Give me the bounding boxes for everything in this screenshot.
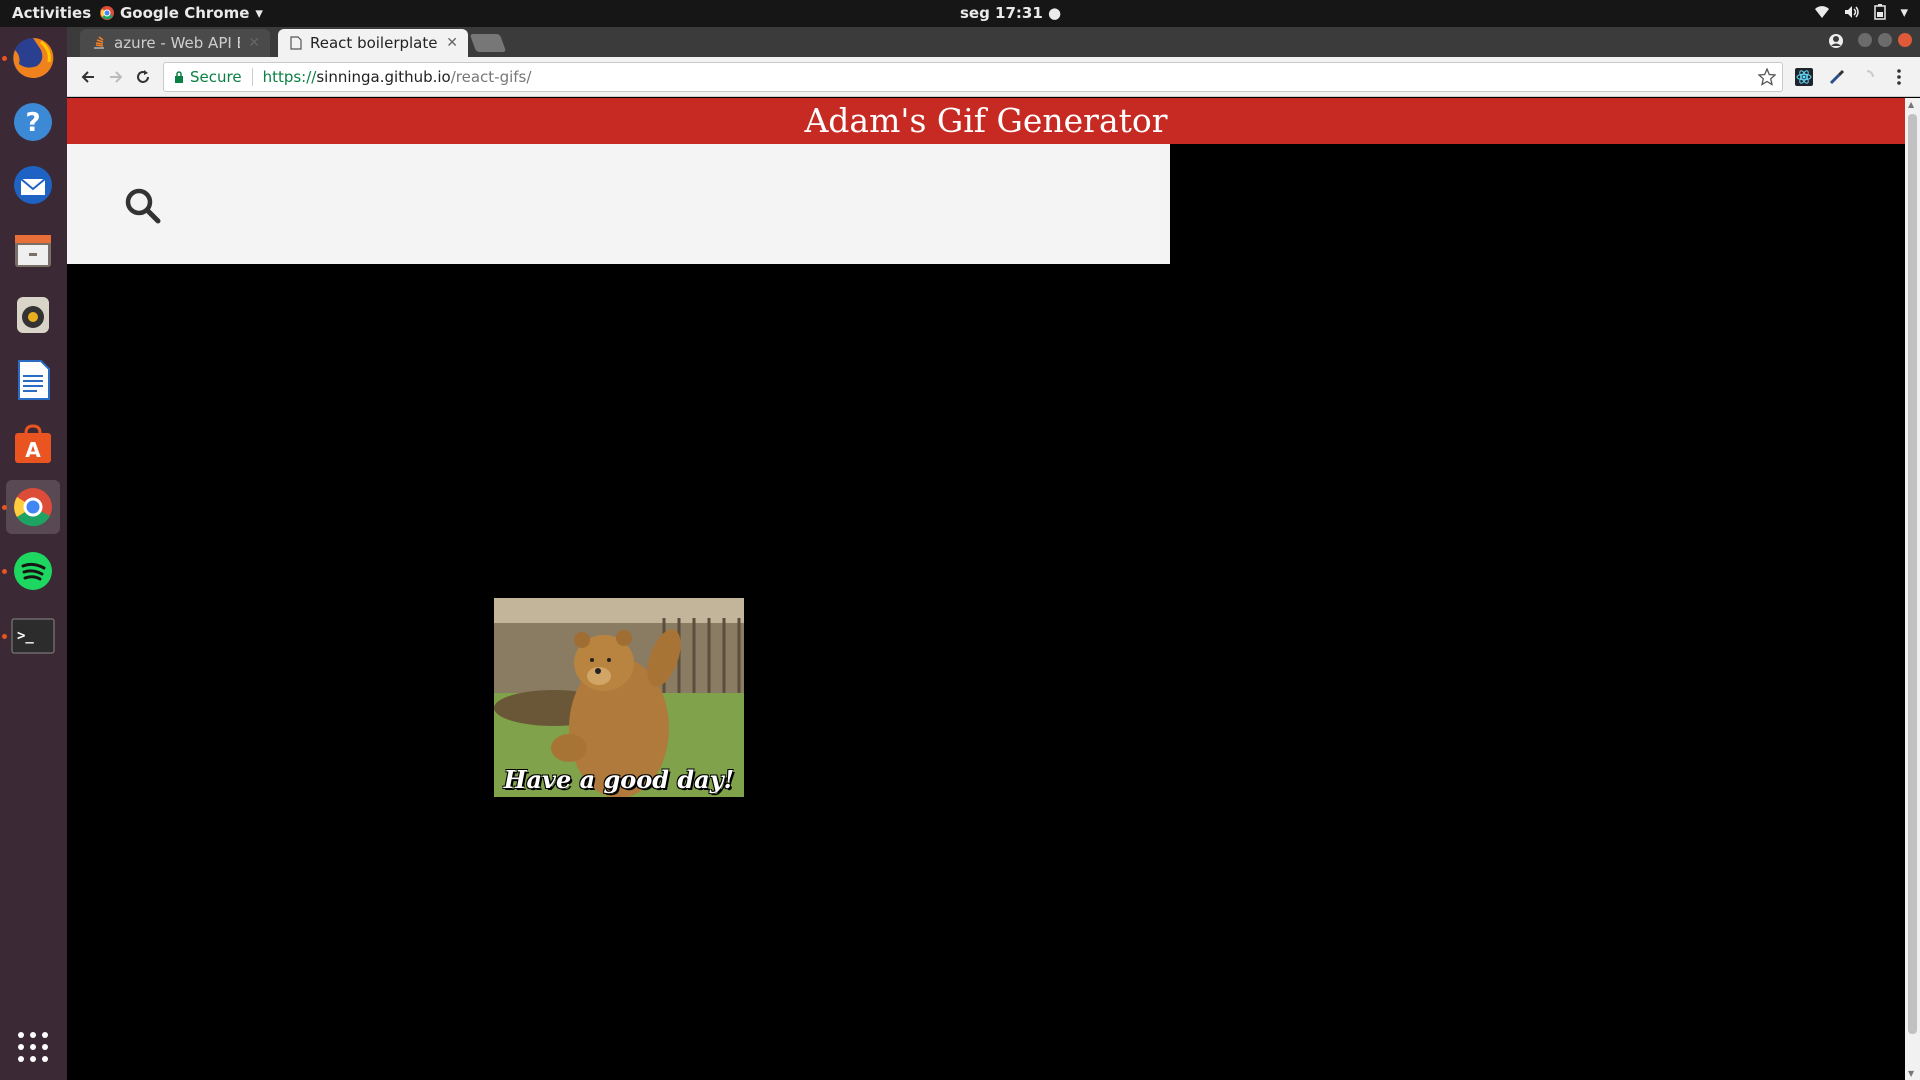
- help-icon: ?: [14, 103, 52, 141]
- stackoverflow-favicon-icon: [94, 36, 104, 49]
- dock-spotify[interactable]: [6, 544, 60, 598]
- react-devtools-extension[interactable]: [1794, 67, 1814, 87]
- scroll-thumb[interactable]: [1908, 114, 1917, 1034]
- svg-text:A: A: [25, 438, 41, 462]
- url-path: /react-gifs/: [450, 68, 532, 86]
- secure-label: Secure: [190, 68, 242, 86]
- dock-writer[interactable]: [6, 353, 60, 407]
- chrome-small-icon: [100, 6, 114, 20]
- dock-thunderbird[interactable]: [6, 158, 60, 212]
- lock-icon: [175, 71, 183, 83]
- maximize-button[interactable]: [1878, 33, 1892, 47]
- rhythmbox-icon: [17, 297, 49, 333]
- gif-result[interactable]: Have a good day!: [494, 598, 744, 797]
- gif-caption: Have a good day!: [503, 765, 735, 794]
- scroll-down-arrow-icon[interactable]: ▼: [1908, 1069, 1914, 1078]
- clock[interactable]: seg 17:31 ●: [960, 4, 1061, 22]
- forward-button[interactable]: [105, 66, 127, 88]
- tab-strip: azure - Web API Error ✕ React boilerplat…: [67, 27, 1920, 57]
- window-controls: [1828, 33, 1912, 49]
- page-favicon-icon: [290, 36, 302, 50]
- url-scheme: https://: [262, 68, 317, 86]
- bookmark-star-icon[interactable]: [1758, 68, 1776, 86]
- dock-files[interactable]: [6, 223, 60, 277]
- system-menu-chevron-icon: ▾: [1900, 3, 1908, 21]
- spinner-icon: [1866, 70, 1874, 78]
- security-indicator[interactable]: Secure: [174, 68, 242, 86]
- minimize-button[interactable]: [1858, 33, 1872, 47]
- clock-label: seg 17:31: [960, 4, 1043, 22]
- page-title: Adam's Gif Generator: [804, 101, 1168, 140]
- gnome-top-bar: Activities Google Chrome ▾ seg 17:31 ● ▾: [0, 0, 1920, 27]
- reload-button[interactable]: [132, 66, 154, 88]
- svg-text:>_: >_: [17, 628, 34, 644]
- dock-help[interactable]: ?: [6, 95, 60, 149]
- address-bar[interactable]: Secure https://sinninga.github.io/react-…: [163, 62, 1783, 92]
- eyedropper-extension[interactable]: [1827, 67, 1847, 87]
- dock-firefox[interactable]: [6, 31, 60, 85]
- url-host: sinninga.github.io: [316, 68, 451, 86]
- tab-azure[interactable]: azure - Web API Error ✕: [80, 29, 270, 57]
- wifi-icon: [1815, 6, 1830, 18]
- dock: ? A >_: [0, 27, 67, 1080]
- page-scrollbar[interactable]: ▲ ▼: [1905, 98, 1920, 1080]
- more-vertical-icon: [1897, 69, 1901, 85]
- tab-label: React boilerplate: [310, 34, 438, 52]
- arrow-left-icon: [81, 71, 94, 83]
- page-viewport: Adam's Gif Generator Have a good day! ▲ …: [67, 98, 1920, 1080]
- dock-software[interactable]: A: [6, 417, 60, 471]
- search-icon[interactable]: [123, 186, 163, 226]
- writer-icon: [18, 360, 50, 400]
- app-menu-label: Google Chrome: [120, 4, 250, 22]
- firefox-icon: [13, 37, 54, 78]
- terminal-icon: >_: [11, 618, 55, 654]
- close-window-button[interactable]: [1898, 33, 1912, 47]
- battery-icon: [1874, 4, 1887, 20]
- extension-loading[interactable]: [1857, 67, 1877, 87]
- new-tab-button[interactable]: [469, 34, 507, 52]
- files-icon: [15, 235, 51, 267]
- app-menu[interactable]: Google Chrome ▾: [100, 4, 263, 22]
- chrome-window: azure - Web API Error ✕ React boilerplat…: [67, 27, 1920, 1080]
- volume-icon: [1845, 6, 1860, 18]
- chevron-down-icon: ▾: [255, 4, 263, 22]
- react-devtools-icon: [1795, 68, 1813, 86]
- dock-chrome[interactable]: [6, 480, 60, 534]
- dock-terminal[interactable]: >_: [6, 609, 60, 663]
- notification-dot-icon: ●: [1048, 4, 1062, 22]
- page-header: Adam's Gif Generator: [67, 98, 1905, 144]
- back-button[interactable]: [77, 66, 99, 88]
- search-panel: [67, 144, 1170, 264]
- tab-label: azure - Web API Error: [114, 34, 240, 52]
- svg-text:?: ?: [25, 108, 40, 138]
- dock-show-apps[interactable]: [6, 1020, 60, 1074]
- system-tray[interactable]: ▾: [1814, 3, 1908, 21]
- close-tab-icon[interactable]: ✕: [446, 35, 458, 51]
- scroll-up-arrow-icon[interactable]: ▲: [1908, 100, 1914, 109]
- search-input[interactable]: [177, 174, 1137, 234]
- eyedropper-icon: [1829, 69, 1845, 85]
- spotify-icon: [14, 552, 52, 590]
- software-icon: A: [15, 424, 51, 463]
- omnibox-divider: [251, 68, 253, 86]
- reload-icon: [137, 70, 149, 83]
- arrow-right-icon: [110, 71, 123, 83]
- dock-rhythmbox[interactable]: [6, 288, 60, 342]
- tab-react-boilerplate[interactable]: React boilerplate ✕: [278, 29, 468, 57]
- thunderbird-icon: [14, 166, 52, 204]
- chrome-icon: [14, 488, 52, 527]
- activities-button[interactable]: Activities: [12, 4, 91, 22]
- browser-toolbar: Secure https://sinninga.github.io/react-…: [67, 57, 1920, 97]
- show-apps-icon: [18, 1032, 48, 1062]
- profile-icon[interactable]: [1828, 33, 1844, 49]
- chrome-menu-button[interactable]: [1889, 67, 1909, 87]
- close-tab-icon[interactable]: ✕: [248, 35, 260, 51]
